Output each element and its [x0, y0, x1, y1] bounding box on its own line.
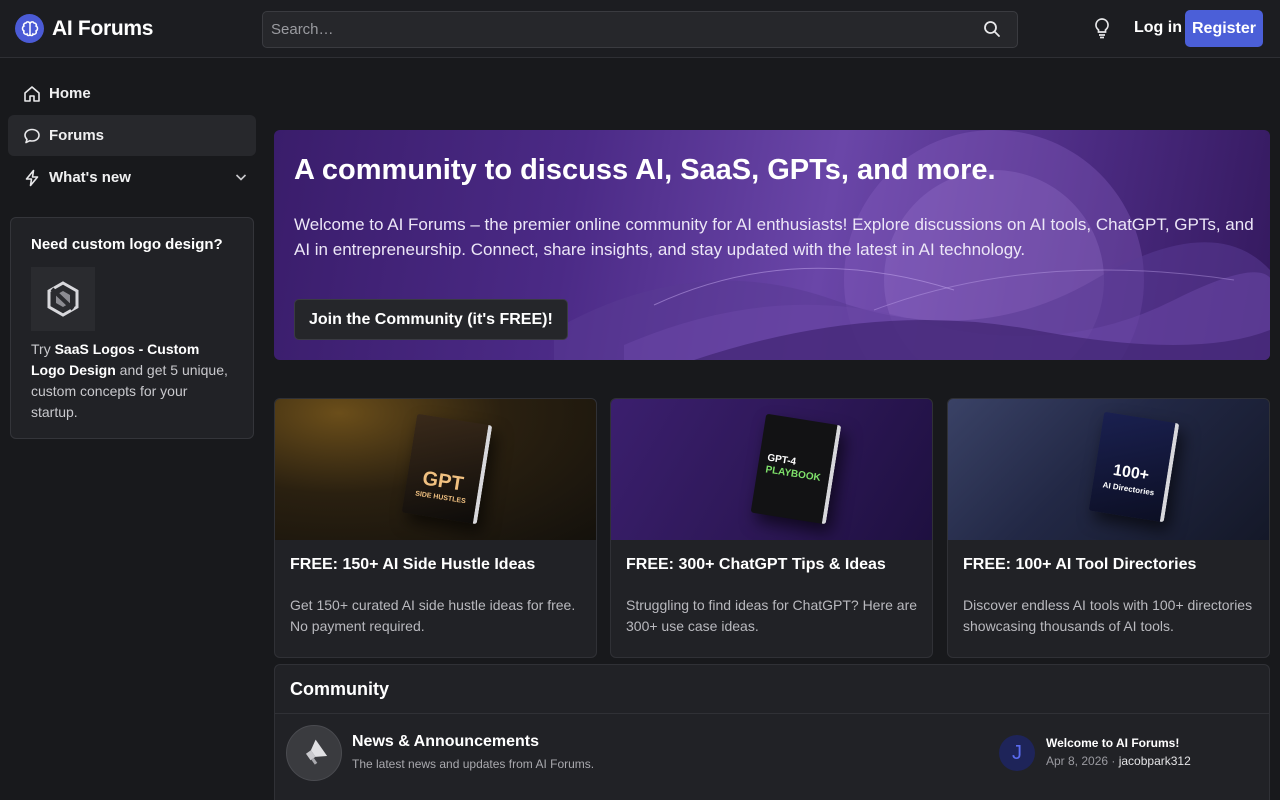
search-icon[interactable]	[983, 20, 1003, 40]
avatar[interactable]: J	[999, 735, 1035, 771]
saas-logos-logo[interactable]	[31, 267, 95, 331]
card-title: FREE: 150+ AI Side Hustle Ideas	[290, 556, 536, 573]
card-description: Discover endless AI tools with 100+ dire…	[963, 597, 1253, 634]
card-image: GPT SIDE HUSTLES	[275, 399, 596, 540]
latest-thread-meta: Apr 8, 2026 · jacobpark312	[1046, 754, 1191, 768]
sidebar-item-label: Forums	[49, 127, 105, 144]
site-logo[interactable]: AI Forums	[15, 14, 153, 43]
latest-thread-date: Apr 8, 2026	[1046, 754, 1109, 768]
promo-text: Try SaaS Logos - Custom Logo Design and …	[31, 339, 233, 423]
sidebar-item-home[interactable]: Home	[8, 73, 256, 114]
latest-thread-title[interactable]: Welcome to AI Forums!	[1046, 736, 1179, 750]
card-description: Struggling to find ideas for ChatGPT? He…	[626, 597, 918, 634]
card-image: GPT-4 PLAYBOOK	[611, 399, 932, 540]
hero-description: Welcome to AI Forums – the premier onlin…	[294, 215, 1254, 259]
card-title: FREE: 300+ ChatGPT Tips & Ideas	[626, 556, 886, 573]
register-button[interactable]: Register	[1185, 10, 1263, 47]
site-name: AI Forums	[52, 16, 154, 40]
community-section: Community News & Announcements The lates…	[274, 664, 1270, 800]
hero-title: A community to discuss AI, SaaS, GPTs, a…	[294, 154, 996, 186]
search-input[interactable]	[263, 12, 1017, 47]
sidebar-item-label: Home	[49, 85, 91, 102]
search-box	[262, 11, 1018, 48]
sidebar-item-forums[interactable]: Forums	[8, 115, 256, 156]
lightbulb-icon[interactable]	[1092, 17, 1114, 41]
meta-separator: ·	[1108, 754, 1119, 768]
hero-banner: A community to discuss AI, SaaS, GPTs, a…	[274, 130, 1270, 360]
promo-title: Need custom logo design?	[31, 236, 223, 253]
resource-card-chatgpt-tips[interactable]: GPT-4 PLAYBOOK FREE: 300+ ChatGPT Tips &…	[610, 398, 933, 658]
book-cover-image: GPT-4 PLAYBOOK	[750, 413, 842, 525]
card-title: FREE: 100+ AI Tool Directories	[963, 556, 1197, 573]
forum-node-title[interactable]: News & Announcements	[352, 733, 539, 751]
resource-card-side-hustles[interactable]: GPT SIDE HUSTLES FREE: 150+ AI Side Hust…	[274, 398, 597, 658]
promo-box: Need custom logo design? Try SaaS Logos …	[10, 217, 254, 439]
book-cover-image: GPT SIDE HUSTLES	[401, 413, 493, 525]
latest-thread-user[interactable]: jacobpark312	[1119, 754, 1191, 768]
section-heading: Community	[275, 665, 1269, 714]
card-description: Get 150+ curated AI side hustle ideas fo…	[290, 597, 576, 634]
top-bar: AI Forums Log in Register	[0, 0, 1280, 58]
forum-node-description: The latest news and updates from AI Foru…	[352, 757, 595, 771]
home-icon	[23, 85, 41, 103]
join-community-button[interactable]: Join the Community (it's FREE)!	[294, 299, 568, 340]
megaphone-icon	[286, 725, 342, 781]
chevron-down-icon[interactable]	[234, 170, 248, 184]
chat-bubble-icon	[23, 127, 41, 145]
lightning-icon	[23, 169, 41, 187]
card-image: 100+ AI Directories	[948, 399, 1269, 540]
sidebar-item-whats-new[interactable]: What's new	[8, 157, 256, 198]
resource-card-ai-directories[interactable]: 100+ AI Directories FREE: 100+ AI Tool D…	[947, 398, 1270, 658]
book-cover-image: 100+ AI Directories	[1088, 411, 1180, 523]
promo-text-prefix: Try	[31, 341, 55, 357]
login-link[interactable]: Log in	[1134, 19, 1182, 37]
brain-logo-icon	[15, 14, 44, 43]
sidebar-item-label: What's new	[49, 169, 131, 186]
